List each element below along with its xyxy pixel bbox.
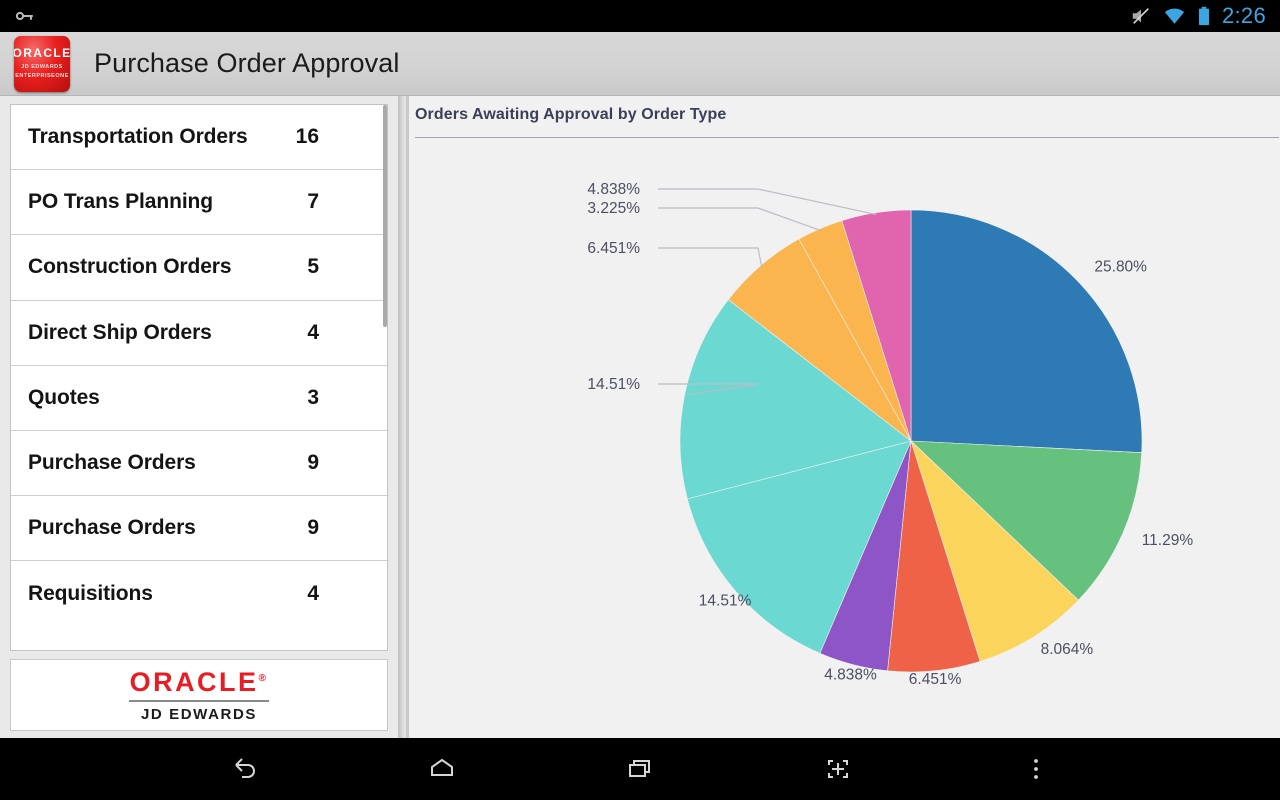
list-item-count: 9 [307,516,319,540]
list-item-count: 4 [307,320,319,344]
page-title: Purchase Order Approval [94,48,400,78]
pie-slice-label: 14.51% [587,376,640,393]
list-item-label: Purchase Orders [28,516,196,540]
pie-leader-line [658,247,763,268]
android-nav-bar [0,738,1280,800]
pie-chart[interactable]: 25.80% 11.29% 8.064% 6.451% 4.838% 14.51% 14.5… [406,96,1280,738]
list-item[interactable]: Purchase Orders 9 [11,496,387,562]
pie-slice[interactable] [910,209,1143,454]
list-scrollbar[interactable] [383,105,387,327]
recents-button[interactable] [541,738,739,800]
list-item[interactable]: Transportation Orders 16 [11,105,387,171]
pie-slice-label: 14.51% [699,593,752,610]
status-bar-clock: 2:26 [1221,3,1266,28]
list-item[interactable]: Construction Orders 5 [11,235,387,301]
chart-panel: Orders Awaiting Approval by Order Type 2… [406,96,1280,738]
pie-slice-label: 4.838% [587,181,640,198]
status-bar-system-icons: 2:26 [1130,5,1280,27]
list-item[interactable]: Purchase Orders 9 [11,430,387,497]
branding-divider [129,699,269,702]
overflow-menu-icon [1034,759,1038,779]
order-type-list[interactable]: Transportation Orders 16 PO Trans Planning… [10,104,388,651]
pane-divider [398,96,406,738]
app-header: ORACLE JD EDWARDS ENTERPRISEONE Purchase… [0,32,1280,96]
screenshot-frame-plus-icon [828,760,848,778]
list-item-label: Purchase Orders [28,451,196,475]
list-item-label: Transportation Orders [28,125,248,149]
oracle-wordmark: ORACLE® [129,666,269,697]
app-logo-icon[interactable]: ORACLE JD EDWARDS ENTERPRISEONE [14,35,70,92]
screenshot-button[interactable] [739,738,937,800]
pie-leader-line [658,207,821,232]
list-item-count: 3 [307,385,319,409]
pie-slice-label: 4.838% [824,666,877,683]
battery-icon [1198,6,1210,26]
list-item-count: 4 [307,581,319,605]
list-item[interactable]: Quotes 3 [11,365,387,431]
list-item-label: Direct Ship Orders [28,320,212,344]
pie-slice-label: 6.451% [909,671,962,688]
list-item[interactable]: Requisitions 4 [11,561,387,627]
app-logo-brand: ORACLE [14,46,70,61]
pie-slice-label: 8.064% [1041,641,1094,658]
main-content: Transportation Orders 16 PO Trans Planning… [0,96,1280,738]
list-item-label: PO Trans Planning [28,190,214,214]
wifi-icon [1164,8,1185,24]
jd-edwards-wordmark: JD EDWARDS [140,705,257,723]
key-icon [15,11,33,21]
list-item-label: Construction Orders [28,255,232,279]
list-item-count: 5 [307,255,319,279]
android-status-bar: 2:26 [0,0,1280,32]
recent-apps-icon [629,760,650,777]
overflow-button[interactable] [937,738,1135,800]
list-item[interactable]: Direct Ship Orders 4 [11,300,387,366]
back-button[interactable] [145,738,343,800]
home-button[interactable] [343,738,541,800]
list-item-label: Quotes [28,385,100,409]
sidebar-branding: ORACLE® JD EDWARDS [10,659,388,731]
list-item[interactable]: PO Trans Planning 7 [11,170,387,236]
app-logo-product: JD EDWARDS ENTERPRISEONE [15,64,69,79]
home-icon [431,758,453,776]
list-item-count: 16 [295,125,319,149]
pie-slice-label: 6.451% [587,240,640,257]
list-item-count: 7 [307,190,319,214]
list-item-count: 9 [307,451,319,475]
back-arrow-icon [235,758,255,778]
pie-slice-label: 3.225% [587,200,640,217]
pie-slice-label: 25.80% [1094,259,1147,276]
pie-slice-label: 11.29% [1142,532,1194,549]
order-type-sidebar: Transportation Orders 16 PO Trans Planning… [0,96,398,738]
mute-icon [1132,8,1149,24]
status-bar-notifications [0,5,36,27]
list-item-label: Requisitions [28,581,153,605]
